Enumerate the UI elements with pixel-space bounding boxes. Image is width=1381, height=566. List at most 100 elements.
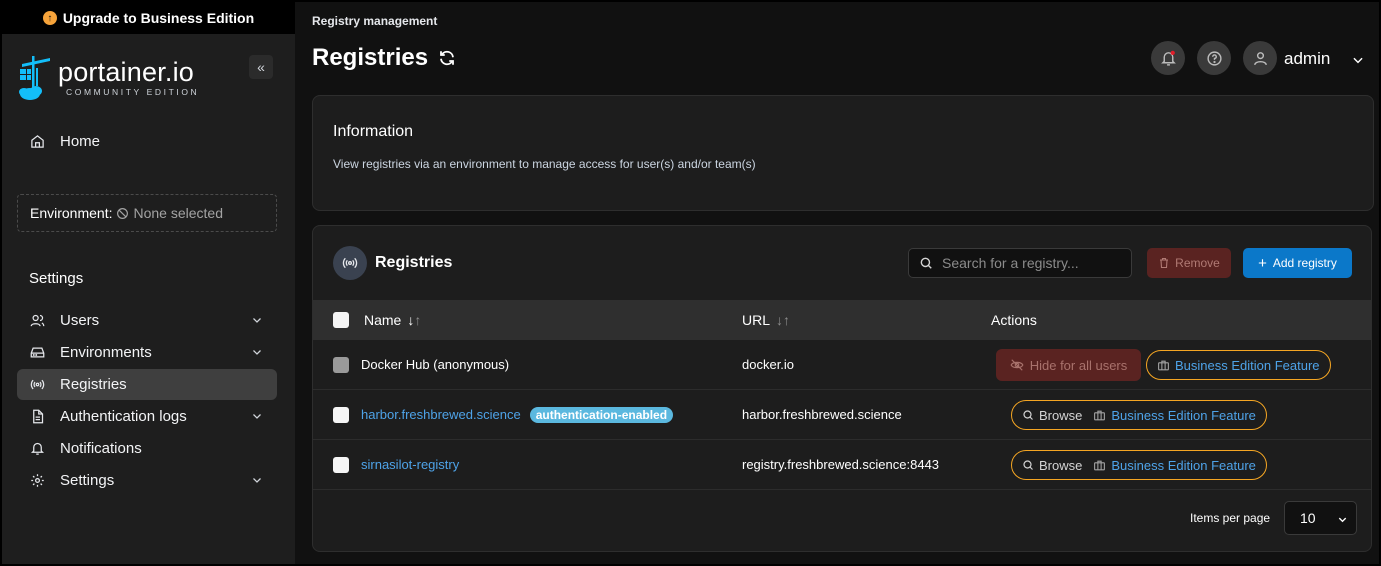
upgrade-banner[interactable]: ↑ Upgrade to Business Edition [2,2,295,34]
sidebar: ↑ Upgrade to Business Edition portainer.… [2,2,295,564]
ban-icon [117,207,129,219]
business-edition-label: Business Edition Feature [1111,407,1256,423]
row-checkbox[interactable] [333,457,349,473]
sidebar-item-authentication-logs[interactable]: Authentication logs [17,401,277,432]
logo-name: portainer.io [58,57,194,88]
search-input[interactable] [942,255,1122,271]
registry-url-text: harbor.freshbrewed.science [742,407,902,422]
browse-label: Browse [1039,407,1083,423]
table-row: sirnasilot-registry registry.freshbrewed… [313,440,1371,490]
notifications-button[interactable] [1151,41,1185,75]
chevron-down-icon [253,318,261,323]
search-icon [1023,410,1033,420]
refresh-icon[interactable] [438,49,456,67]
upgrade-label: Upgrade to Business Edition [62,10,255,26]
add-registry-button[interactable]: + Add registry [1243,248,1352,278]
search-icon [1023,460,1033,470]
browse-button[interactable]: Browse [1022,408,1082,423]
breadcrumb[interactable]: Registry management [312,14,437,28]
search-icon [920,257,932,269]
plus-icon: + [1258,254,1267,272]
sort-icon: ↓↑ [776,312,791,328]
registry-url-text: registry.freshbrewed.science:8443 [742,457,940,472]
home-icon [29,134,45,150]
table-row: harbor.freshbrewed.science authenticatio… [313,390,1371,440]
sort-icon: ↓↑ [407,312,422,328]
registry-url: docker.io [742,340,794,389]
registry-url: registry.freshbrewed.science:8443 [742,440,939,489]
app-frame: ↑ Upgrade to Business Edition portainer.… [2,2,1379,564]
bell-icon [1160,50,1176,66]
hide-for-all-users-button[interactable]: Hide for all users [996,349,1141,381]
registry-name-link[interactable]: harbor.freshbrewed.science [361,407,521,422]
browse-button[interactable]: Browse [1022,458,1082,473]
browse-business-edition[interactable]: Browse Business Edition Feature [1011,400,1267,430]
sidebar-item-label: Users [60,312,100,329]
gear-icon [29,473,45,489]
portainer-logo[interactable]: portainer.io COMMUNITY EDITION [16,54,199,102]
registry-name: harbor.freshbrewed.science authenticatio… [361,390,674,439]
user-icon [1253,51,1267,65]
portainer-crane-icon [19,56,50,100]
browse-label: Browse [1039,457,1083,473]
items-per-page-label: Items per page [1190,511,1271,525]
registry-name: sirnasilot-registry [361,440,459,489]
chevron-down-icon [253,478,261,483]
chevron-down-icon[interactable] [1351,53,1365,67]
environment-selector[interactable]: Environment: None selected [17,194,277,232]
briefcase-icon [1094,410,1106,420]
remove-button[interactable]: Remove [1147,248,1231,278]
collapse-sidebar-button[interactable]: « [249,55,273,79]
column-actions-label: Actions [991,312,1037,328]
sidebar-item-notifications[interactable]: Notifications [17,433,277,464]
information-text: View registries via an environment to ma… [333,157,756,171]
user-name[interactable]: admin [1284,49,1330,69]
information-card: Information View registries via an envir… [312,95,1374,211]
sidebar-item-settings[interactable]: Settings [17,465,277,496]
column-name-label: Name [364,312,402,328]
main-content: Registry management Registries admin Inf… [295,2,1379,564]
row-checkbox[interactable] [333,357,349,373]
chevron-down-icon [253,350,261,355]
select-all-checkbox[interactable] [333,312,349,328]
registries-header-icon [333,246,367,280]
sidebar-item-registries[interactable]: Registries [17,369,277,400]
trash-icon [1160,257,1169,269]
radio-icon [342,257,358,269]
column-name-header[interactable]: Name ↓↑ [364,300,421,340]
environment-value: None selected [133,205,223,221]
eye-off-icon [1010,359,1024,371]
registry-name-link[interactable]: sirnasilot-registry [361,457,459,472]
file-text-icon [29,409,45,425]
items-per-page-select[interactable]: 10 [1284,501,1357,535]
column-url-label: URL [742,312,771,328]
registry-name-text: Docker Hub (anonymous) [361,357,510,372]
sidebar-item-label: Notifications [60,440,142,457]
radio-icon [29,377,45,393]
sidebar-item-environments[interactable]: Environments [17,337,277,368]
registry-url-text: docker.io [742,357,795,372]
search-box [908,248,1132,278]
sidebar-item-label: Registries [60,376,127,393]
sidebar-item-users[interactable]: Users [17,305,277,336]
row-checkbox[interactable] [333,407,349,423]
hide-label: Hide for all users [1029,357,1128,373]
help-button[interactable] [1197,41,1231,75]
browse-business-edition[interactable]: Browse Business Edition Feature [1011,450,1267,480]
arrow-up-circle-icon: ↑ [42,11,57,25]
registry-name: Docker Hub (anonymous) [361,340,509,389]
avatar[interactable] [1243,41,1277,75]
add-registry-label: Add registry [1272,256,1337,270]
environment-label: Environment: [30,205,113,221]
business-edition-badge[interactable]: Business Edition Feature [1146,350,1331,380]
bell-icon [29,441,45,457]
sidebar-item-home[interactable]: Home [17,126,277,157]
business-edition-label: Business Edition Feature [1175,357,1320,373]
sidebar-item-label: Authentication logs [60,408,187,425]
registry-url: harbor.freshbrewed.science [742,390,902,439]
table-row: Docker Hub (anonymous) docker.io Hide fo… [313,340,1371,390]
column-url-header[interactable]: URL ↓↑ [742,300,790,340]
table-header: Name ↓↑ URL ↓↑ Actions [313,300,1371,340]
items-per-page-value: 10 [1300,510,1316,526]
sidebar-item-label: Environments [60,344,152,361]
